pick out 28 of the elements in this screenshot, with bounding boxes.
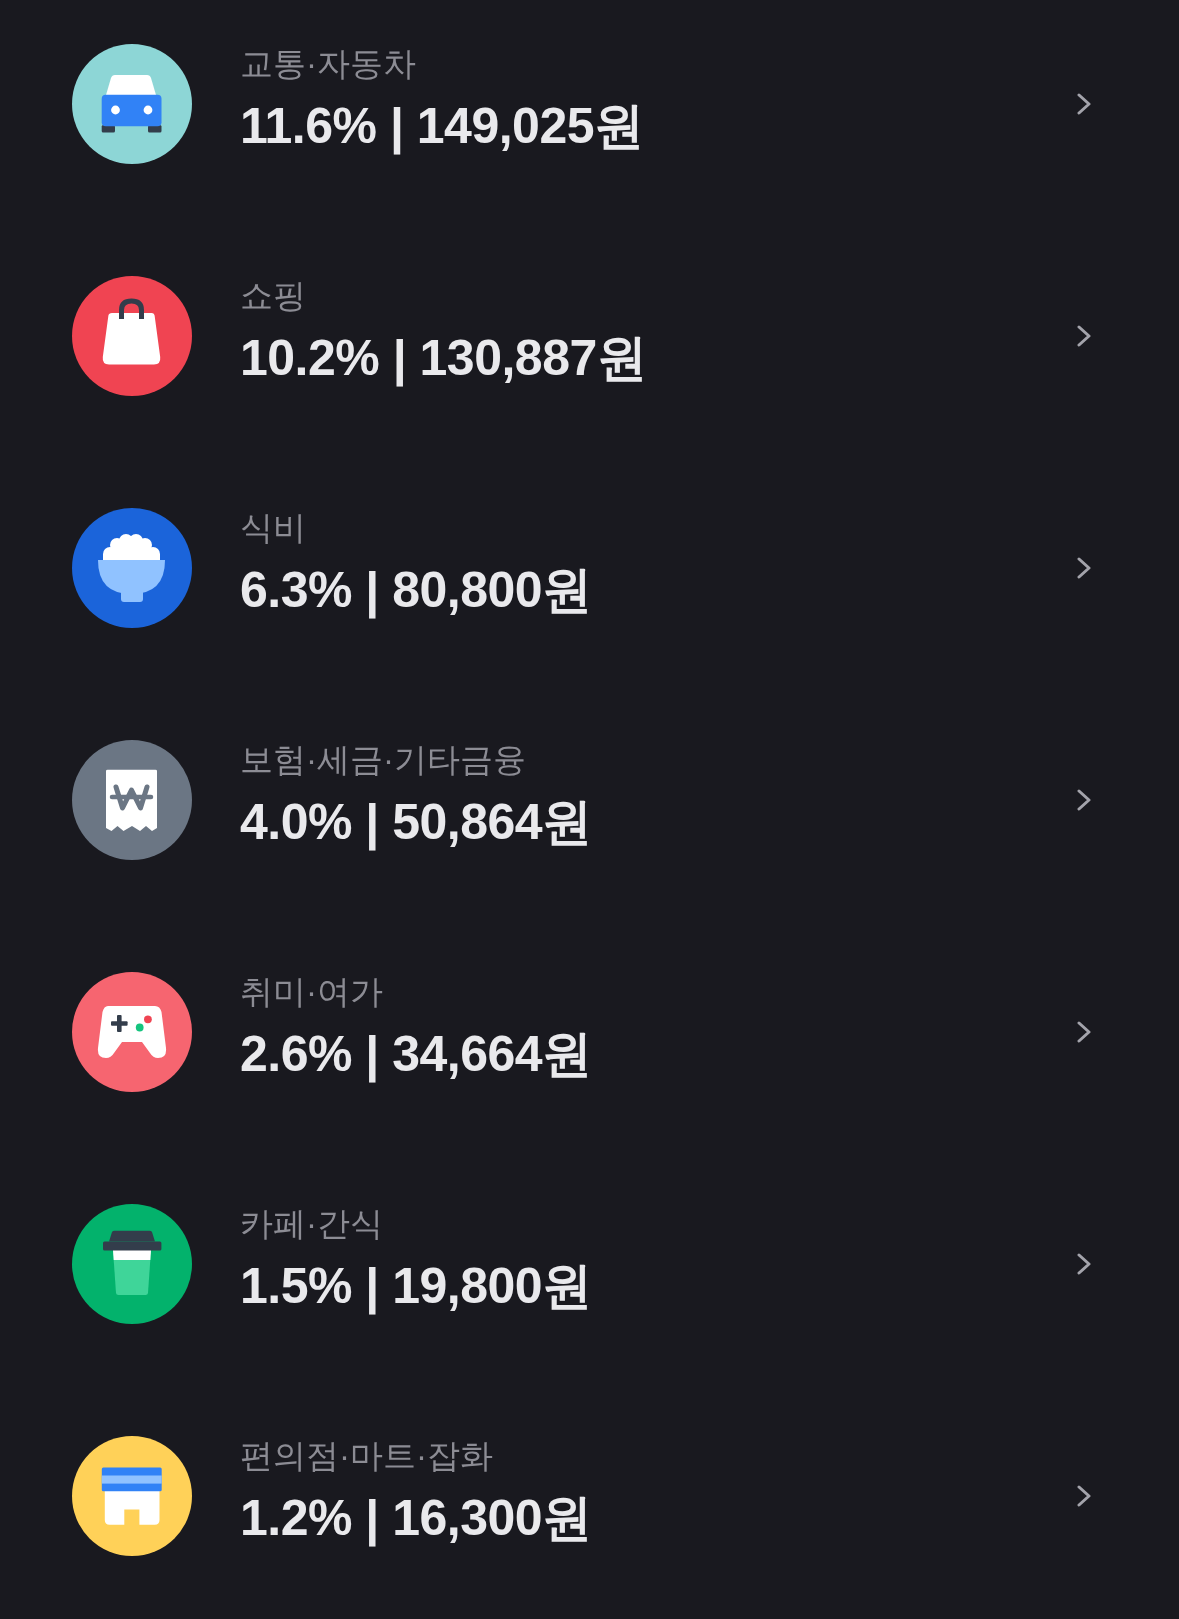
car-icon <box>72 44 192 164</box>
share-and-amount: 10.2% | 130,887원 <box>240 329 647 388</box>
share-and-amount: 6.3% | 80,800원 <box>240 561 592 620</box>
receipt-won-icon <box>72 740 192 860</box>
chevron-right-icon[interactable] <box>1077 557 1091 579</box>
chevron-right-icon[interactable] <box>1077 1253 1091 1275</box>
category-name: 보험·세금·기타금융 <box>240 740 526 780</box>
share-and-amount: 11.6% | 149,025원 <box>240 97 644 156</box>
shopping-bag-icon <box>72 276 192 396</box>
store-icon <box>72 1436 192 1556</box>
chevron-right-icon[interactable] <box>1077 1485 1091 1507</box>
chevron-right-icon[interactable] <box>1077 789 1091 811</box>
share-and-amount: 1.2% | 16,300원 <box>240 1489 592 1548</box>
category-name: 편의점·마트·잡화 <box>240 1436 493 1476</box>
chevron-right-icon[interactable] <box>1077 325 1091 347</box>
category-name: 교통·자동차 <box>240 44 416 84</box>
gamepad-icon <box>72 972 192 1092</box>
share-and-amount: 1.5% | 19,800원 <box>240 1257 592 1316</box>
share-and-amount: 2.6% | 34,664원 <box>240 1025 592 1084</box>
category-name: 식비 <box>240 508 306 548</box>
category-name: 쇼핑 <box>240 276 306 316</box>
chevron-right-icon[interactable] <box>1077 1021 1091 1043</box>
category-name: 카페·간식 <box>240 1204 383 1244</box>
share-and-amount: 4.0% | 50,864원 <box>240 793 592 852</box>
category-name: 취미·여가 <box>240 972 383 1012</box>
coffee-cup-icon <box>72 1204 192 1324</box>
chevron-right-icon[interactable] <box>1077 93 1091 115</box>
rice-bowl-icon <box>72 508 192 628</box>
